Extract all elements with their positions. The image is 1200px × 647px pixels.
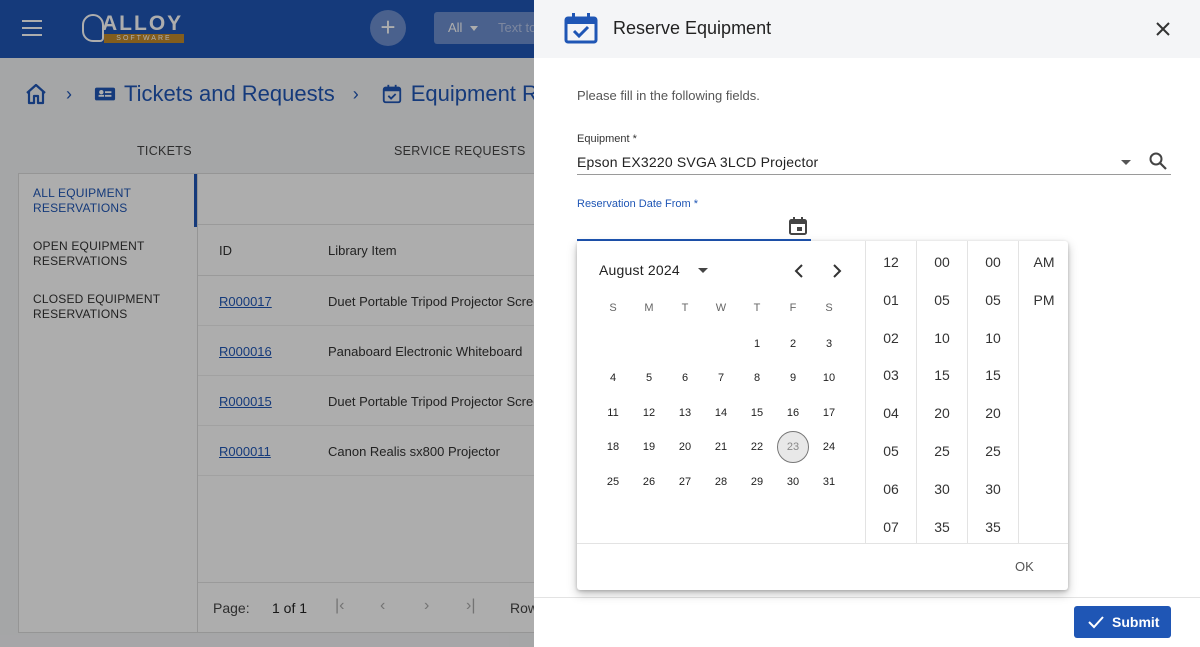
equipment-underline [577, 174, 1171, 175]
drawer-header: Reserve Equipment [534, 0, 1200, 58]
chevron-down-icon[interactable] [698, 268, 708, 273]
weekday-label: S [609, 302, 617, 314]
close-icon[interactable] [1152, 18, 1174, 40]
second-option[interactable]: 05 [968, 292, 1018, 308]
ok-button[interactable]: OK [1015, 559, 1034, 574]
weekday-label: S [825, 302, 833, 314]
calendar-day[interactable]: 31 [813, 466, 845, 498]
calendar-check-icon [564, 13, 598, 44]
calendar-day[interactable]: 16 [777, 397, 809, 429]
calendar-day[interactable]: 9 [777, 362, 809, 394]
drawer-title: Reserve Equipment [613, 18, 772, 38]
calendar-day-today[interactable]: 23 [777, 431, 809, 464]
previous-month-icon[interactable] [790, 261, 810, 281]
calendar-day[interactable]: 24 [813, 431, 845, 463]
weekday-label: W [715, 302, 727, 314]
hour-option[interactable]: 03 [866, 367, 916, 383]
divider [534, 597, 1200, 598]
calendar-day[interactable]: 25 [597, 466, 629, 498]
calendar-day[interactable]: 20 [669, 431, 701, 463]
hour-option[interactable]: 07 [866, 519, 916, 535]
second-option[interactable]: 20 [968, 405, 1018, 421]
hour-option[interactable]: 05 [866, 443, 916, 459]
minute-option[interactable]: 35 [917, 519, 967, 535]
second-option[interactable]: 25 [968, 443, 1018, 459]
search-icon[interactable] [1148, 151, 1168, 171]
date-time-picker: August 2024 SMTWTFS 1 2 3 4 5 6 7 8 9 10 11 12 13 14 1… [577, 241, 1068, 590]
calendar-day[interactable]: 8 [741, 362, 773, 394]
second-option[interactable]: 35 [968, 519, 1018, 535]
weekday-label: F [789, 302, 797, 314]
hour-option[interactable]: 01 [866, 292, 916, 308]
submit-button-label: Submit [1112, 614, 1160, 630]
calendar-day[interactable]: 7 [705, 362, 737, 394]
calendar-day[interactable]: 14 [705, 397, 737, 429]
calendar-day[interactable]: 12 [633, 397, 665, 429]
hour-option[interactable]: 12 [866, 254, 916, 270]
calendar-day[interactable]: 22 [741, 431, 773, 463]
minute-option[interactable]: 10 [917, 330, 967, 346]
calendar-day[interactable]: 2 [777, 328, 809, 360]
weekday-label: M [644, 302, 654, 314]
meridiem-option[interactable]: AM [1019, 254, 1069, 270]
minute-option[interactable]: 25 [917, 443, 967, 459]
calendar-day[interactable]: 13 [669, 397, 701, 429]
calendar-day[interactable]: 26 [633, 466, 665, 498]
next-month-icon[interactable] [826, 261, 846, 281]
reservation-date-from-label: Reservation Date From * [577, 198, 699, 210]
equipment-label: Equipment * [577, 133, 637, 145]
equipment-select[interactable]: Epson EX3220 SVGA 3LCD Projector [577, 154, 818, 170]
calendar-day[interactable]: 11 [597, 397, 629, 429]
calendar-day[interactable]: 21 [705, 431, 737, 463]
calendar-day[interactable]: 5 [633, 362, 665, 394]
calendar-day[interactable]: 27 [669, 466, 701, 498]
calendar-day[interactable]: 28 [705, 466, 737, 498]
check-icon [1088, 616, 1104, 629]
minute-option[interactable]: 30 [917, 481, 967, 497]
calendar-day[interactable]: 6 [669, 362, 701, 394]
meridiem-option[interactable]: PM [1019, 292, 1069, 308]
weekday-label: T [681, 302, 689, 314]
calendar-day[interactable]: 3 [813, 328, 845, 360]
calendar-day[interactable]: 15 [741, 397, 773, 429]
calendar-day[interactable]: 4 [597, 362, 629, 394]
calendar-panel: August 2024 SMTWTFS 1 2 3 4 5 6 7 8 9 10 11 12 13 14 1… [577, 241, 865, 543]
minute-option[interactable]: 15 [917, 367, 967, 383]
minute-option[interactable]: 00 [917, 254, 967, 270]
submit-button[interactable]: Submit [1074, 606, 1171, 638]
calendar-day[interactable]: 10 [813, 362, 845, 394]
calendar-day[interactable]: 18 [597, 431, 629, 463]
calendar-day[interactable]: 1 [741, 328, 773, 360]
month-year-label[interactable]: August 2024 [599, 262, 680, 278]
hour-option[interactable]: 04 [866, 405, 916, 421]
second-option[interactable]: 30 [968, 481, 1018, 497]
second-option[interactable]: 15 [968, 367, 1018, 383]
calendar-day[interactable]: 29 [741, 466, 773, 498]
form-intro: Please fill in the following fields. [577, 88, 760, 103]
calendar-icon[interactable] [788, 216, 808, 236]
hour-option[interactable]: 02 [866, 330, 916, 346]
calendar-day[interactable]: 17 [813, 397, 845, 429]
minutes-column[interactable]: 00 05 10 15 20 25 30 35 [916, 241, 967, 543]
calendar-day[interactable]: 30 [777, 466, 809, 498]
second-option[interactable]: 00 [968, 254, 1018, 270]
second-option[interactable]: 10 [968, 330, 1018, 346]
hours-column[interactable]: 12 01 02 03 04 05 06 07 [865, 241, 916, 543]
meridiem-column[interactable]: AM PM [1018, 241, 1068, 543]
seconds-column[interactable]: 00 05 10 15 20 25 30 35 [967, 241, 1018, 543]
minute-option[interactable]: 20 [917, 405, 967, 421]
dropdown-caret-icon[interactable] [1121, 160, 1131, 165]
calendar-day[interactable]: 19 [633, 431, 665, 463]
minute-option[interactable]: 05 [917, 292, 967, 308]
weekday-label: T [753, 302, 761, 314]
modal-backdrop[interactable] [0, 0, 534, 647]
hour-option[interactable]: 06 [866, 481, 916, 497]
picker-divider [577, 543, 1068, 544]
